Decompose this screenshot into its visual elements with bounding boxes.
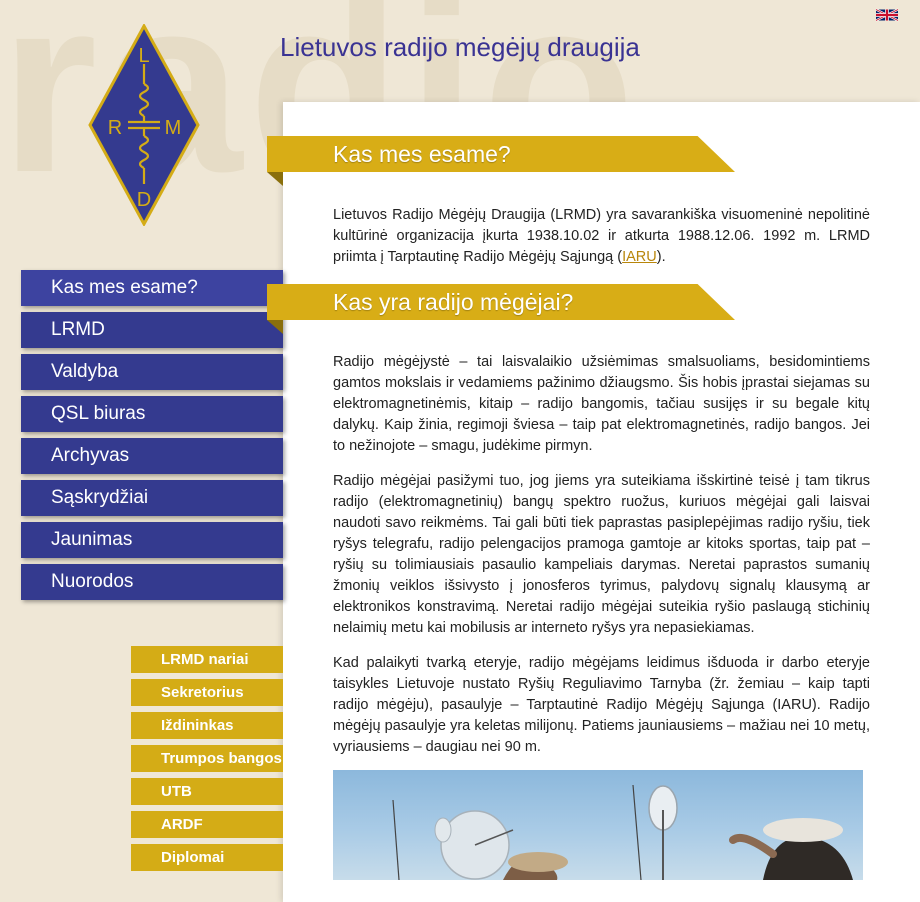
logo-letter-r: R xyxy=(108,117,122,139)
ribbon-fold xyxy=(267,320,283,334)
subnav-iszdininkas[interactable]: Iždininkas xyxy=(131,712,283,739)
hams-paragraph-2: Radijo mėgėjai pasižymi tuo, jog jiems y… xyxy=(333,473,870,636)
subnav-diplomai[interactable]: Diplomai xyxy=(131,844,283,871)
subnav-sekretorius[interactable]: Sekretorius xyxy=(131,679,283,706)
subnav-lrmd-nariai[interactable]: LRMD nariai xyxy=(131,646,283,673)
satellite-dish-photo xyxy=(333,770,863,880)
subnav-ardf[interactable]: ARDF xyxy=(131,811,283,838)
nav-item-kas-mes-esame[interactable]: Kas mes esame? xyxy=(21,270,283,306)
subnav-trumpos-bangos[interactable]: Trumpos bangos xyxy=(131,745,283,772)
site-title[interactable]: Lietuvos radijo mėgėjų draugija xyxy=(280,32,640,63)
nav-item-nuorodos[interactable]: Nuorodos xyxy=(21,564,283,600)
lrmd-logo[interactable]: L R M D xyxy=(88,24,200,226)
section-heading-hams: Kas yra radijo mėgėjai? xyxy=(267,284,735,320)
nav-item-valdyba[interactable]: Valdyba xyxy=(21,354,283,390)
main-navigation: Kas mes esame? LRMD Valdyba QSL biuras A… xyxy=(21,270,283,606)
nav-item-saskrydziai[interactable]: Sąskrydžiai xyxy=(21,480,283,516)
nav-item-lrmd[interactable]: LRMD xyxy=(21,312,283,348)
nav-item-jaunimas[interactable]: Jaunimas xyxy=(21,522,283,558)
nav-item-archyvas[interactable]: Archyvas xyxy=(21,438,283,474)
logo-letter-d: D xyxy=(137,189,151,211)
logo-letter-l: L xyxy=(138,45,149,67)
iaru-link[interactable]: IARU xyxy=(622,249,657,265)
ribbon-fold xyxy=(267,172,283,186)
about-paragraph: Lietuvos Radijo Mėgėjų Draugija (LRMD) y… xyxy=(333,207,870,265)
sub-navigation: LRMD nariai Sekretorius Iždininkas Trump… xyxy=(131,646,283,877)
subnav-utb[interactable]: UTB xyxy=(131,778,283,805)
hams-paragraph-1: Radijo mėgėjystė – tai laisvalaikio užsi… xyxy=(333,354,870,454)
nav-item-qsl-biuras[interactable]: QSL biuras xyxy=(21,396,283,432)
hams-paragraph-3: Kad palaikyti tvarką eteryje, radijo mėg… xyxy=(333,655,870,755)
uk-flag-icon[interactable] xyxy=(876,8,898,22)
section-heading-about: Kas mes esame? xyxy=(267,136,735,172)
logo-letter-m: M xyxy=(165,117,182,139)
photo-illustration xyxy=(392,784,853,880)
